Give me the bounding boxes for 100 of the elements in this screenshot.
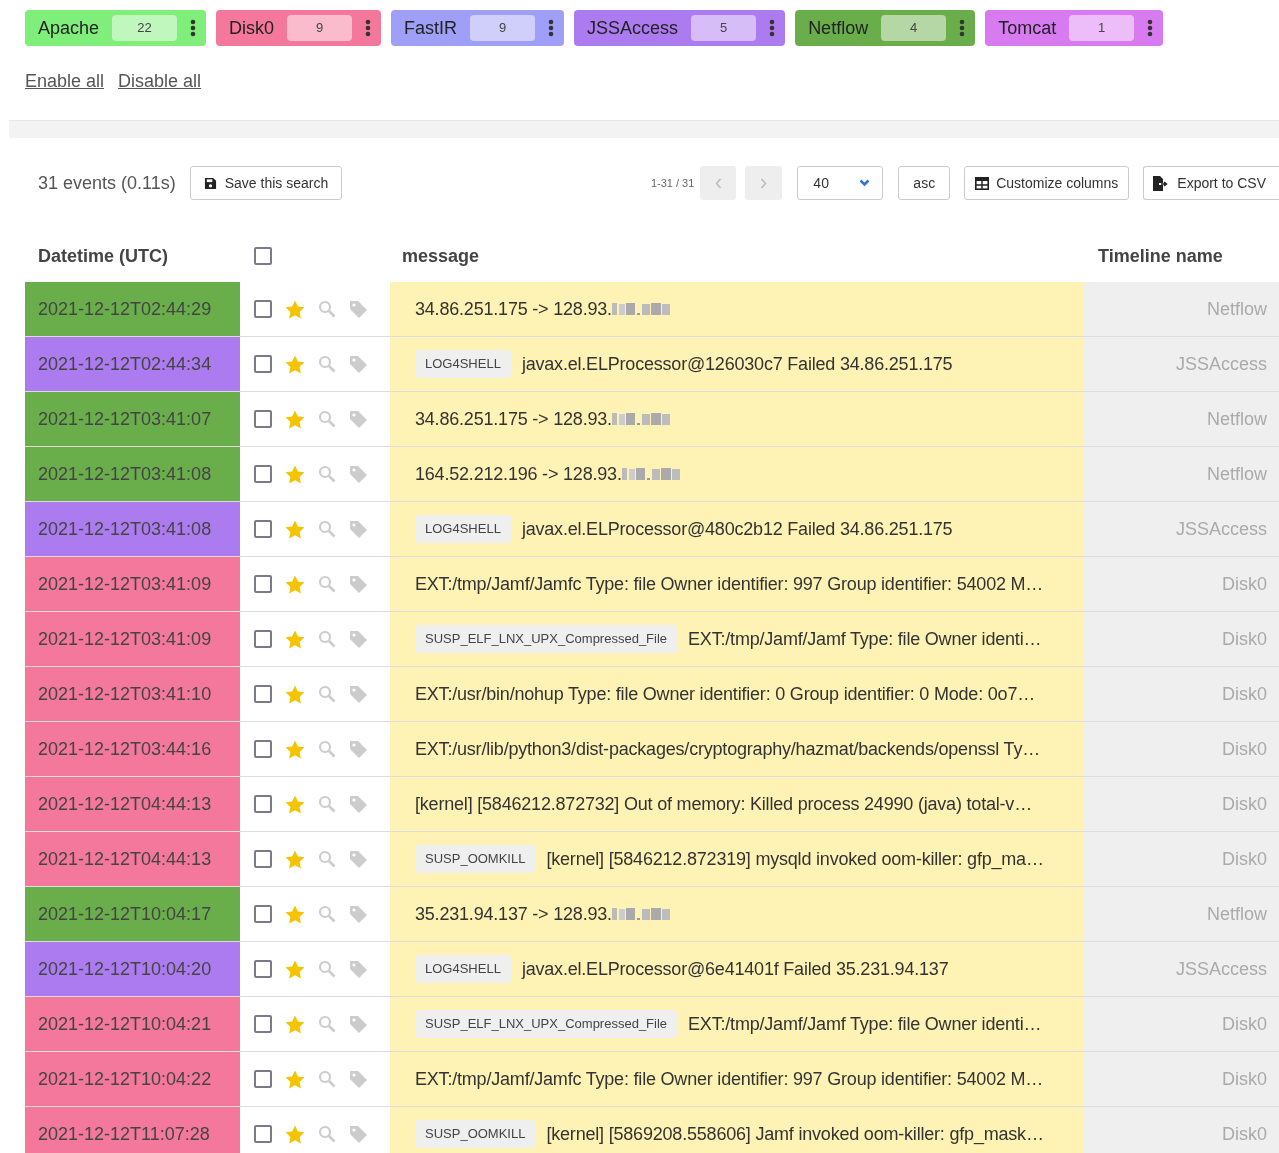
tag-icon[interactable] [349, 1124, 368, 1144]
message-text: EXT:/tmp/Jamf/Jamfc Type: file Owner identifier: 997 Group identifier: 54002 M… [415, 1067, 1044, 1091]
star-icon[interactable] [285, 1069, 305, 1089]
more-icon[interactable] [190, 19, 197, 37]
checkbox[interactable] [254, 630, 272, 648]
star-icon[interactable] [285, 409, 305, 429]
checkbox[interactable] [254, 1015, 272, 1033]
search-icon[interactable] [318, 520, 336, 538]
checkbox[interactable] [254, 247, 272, 265]
save-search-button[interactable]: Save this search [189, 166, 343, 200]
message-text: [kernel] [5846212.872319] mysqld invoked oom-killer: gfp_ma… [546, 847, 1044, 872]
tag-icon[interactable] [349, 299, 368, 319]
next-page-button[interactable] [745, 166, 783, 200]
tag-icon[interactable] [349, 1014, 368, 1034]
text-link[interactable]: Disable all [118, 68, 202, 95]
checkbox[interactable] [254, 355, 272, 373]
more-icon[interactable] [1147, 19, 1154, 37]
tag-icon[interactable] [349, 959, 368, 979]
timeline-chip[interactable]: JSSAccess 5 [574, 10, 786, 46]
star-icon[interactable] [285, 684, 305, 704]
checkbox[interactable] [254, 795, 272, 813]
tag-icon[interactable] [349, 1069, 368, 1089]
tag-label: LOG4SHELL [415, 955, 511, 983]
search-icon[interactable] [318, 1015, 336, 1033]
timeline-chip[interactable]: Disk0 9 [216, 10, 382, 46]
search-icon[interactable] [318, 465, 336, 483]
tag-icon[interactable] [349, 794, 368, 814]
search-icon[interactable] [318, 905, 336, 923]
timeline-chip[interactable]: Netflow 4 [795, 10, 976, 46]
checkbox[interactable] [254, 575, 272, 593]
search-icon[interactable] [318, 685, 336, 703]
search-icon[interactable] [318, 355, 336, 373]
star-icon[interactable] [285, 464, 305, 484]
search-icon[interactable] [318, 740, 336, 758]
timeline-cell: Disk0 [1084, 612, 1279, 666]
event-count: 5 [691, 15, 757, 41]
timeline-cell: Disk0 [1084, 1107, 1279, 1153]
star-icon[interactable] [285, 1014, 305, 1034]
checkbox[interactable] [254, 905, 272, 923]
checkbox[interactable] [254, 410, 272, 428]
tag-icon[interactable] [349, 684, 368, 704]
more-icon[interactable] [769, 19, 776, 37]
star-icon[interactable] [285, 794, 305, 814]
checkbox[interactable] [254, 1125, 272, 1143]
search-icon[interactable] [318, 1125, 336, 1143]
more-icon[interactable] [548, 19, 555, 37]
search-icon[interactable] [318, 960, 336, 978]
search-icon[interactable] [318, 850, 336, 868]
customize-columns-button[interactable]: Customize columns [964, 166, 1130, 200]
timeline-chip[interactable]: Tomcat 1 [985, 10, 1164, 46]
page-size-select[interactable]: 40 [797, 166, 884, 200]
star-icon[interactable] [285, 299, 305, 319]
export-csv-button[interactable]: Export to CSV [1143, 166, 1279, 200]
timeline-chip[interactable]: FastIR 9 [391, 10, 565, 46]
checkbox[interactable] [254, 520, 272, 538]
tag-icon[interactable] [349, 574, 368, 594]
search-icon[interactable] [318, 300, 336, 318]
star-icon[interactable] [285, 959, 305, 979]
tag-icon[interactable] [349, 409, 368, 429]
tag-icon[interactable] [349, 519, 368, 539]
star-icon[interactable] [285, 519, 305, 539]
search-icon[interactable] [318, 410, 336, 428]
checkbox[interactable] [254, 300, 272, 318]
search-icon[interactable] [318, 1070, 336, 1088]
tag-icon[interactable] [349, 739, 368, 759]
timeline-chip[interactable]: Apache 22 [25, 10, 207, 46]
tag-icon[interactable] [349, 354, 368, 374]
tag-icon[interactable] [349, 849, 368, 869]
message-text: EXT:/tmp/Jamf/Jamfc Type: file Owner identifier: 997 Group identifier: 54002 M… [415, 572, 1044, 596]
more-icon[interactable] [365, 19, 372, 37]
checkbox[interactable] [254, 1070, 272, 1088]
search-icon[interactable] [318, 630, 336, 648]
datetime-cell: 2021-12-12T10:04:20 [25, 942, 240, 996]
tag-icon[interactable] [349, 904, 368, 924]
search-icon[interactable] [318, 795, 336, 813]
tag-icon[interactable] [349, 464, 368, 484]
checkbox[interactable] [254, 850, 272, 868]
search-icon[interactable] [318, 575, 336, 593]
star-icon[interactable] [285, 574, 305, 594]
checkbox[interactable] [254, 960, 272, 978]
checkbox[interactable] [254, 740, 272, 758]
more-icon[interactable] [959, 19, 966, 37]
star-icon[interactable] [285, 1124, 305, 1144]
datetime-cell: 2021-12-12T03:41:09 [25, 557, 240, 611]
datetime-cell: 2021-12-12T04:44:13 [25, 777, 240, 831]
tag-icon[interactable] [349, 629, 368, 649]
text-link[interactable]: Enable all [25, 68, 105, 95]
star-icon[interactable] [285, 354, 305, 374]
star-icon[interactable] [285, 849, 305, 869]
star-icon[interactable] [285, 739, 305, 759]
column-header: message [401, 244, 481, 268]
timeline-cell: JSSAccess [1084, 502, 1279, 556]
previous-page-button[interactable] [700, 166, 737, 200]
star-icon[interactable] [285, 629, 305, 649]
datetime-cell: 2021-12-12T02:44:34 [25, 337, 240, 391]
sort-order-button[interactable]: asc [898, 166, 951, 200]
star-icon[interactable] [285, 904, 305, 924]
checkbox[interactable] [254, 465, 272, 483]
column-header: Timeline name [1097, 244, 1224, 268]
checkbox[interactable] [254, 685, 272, 703]
